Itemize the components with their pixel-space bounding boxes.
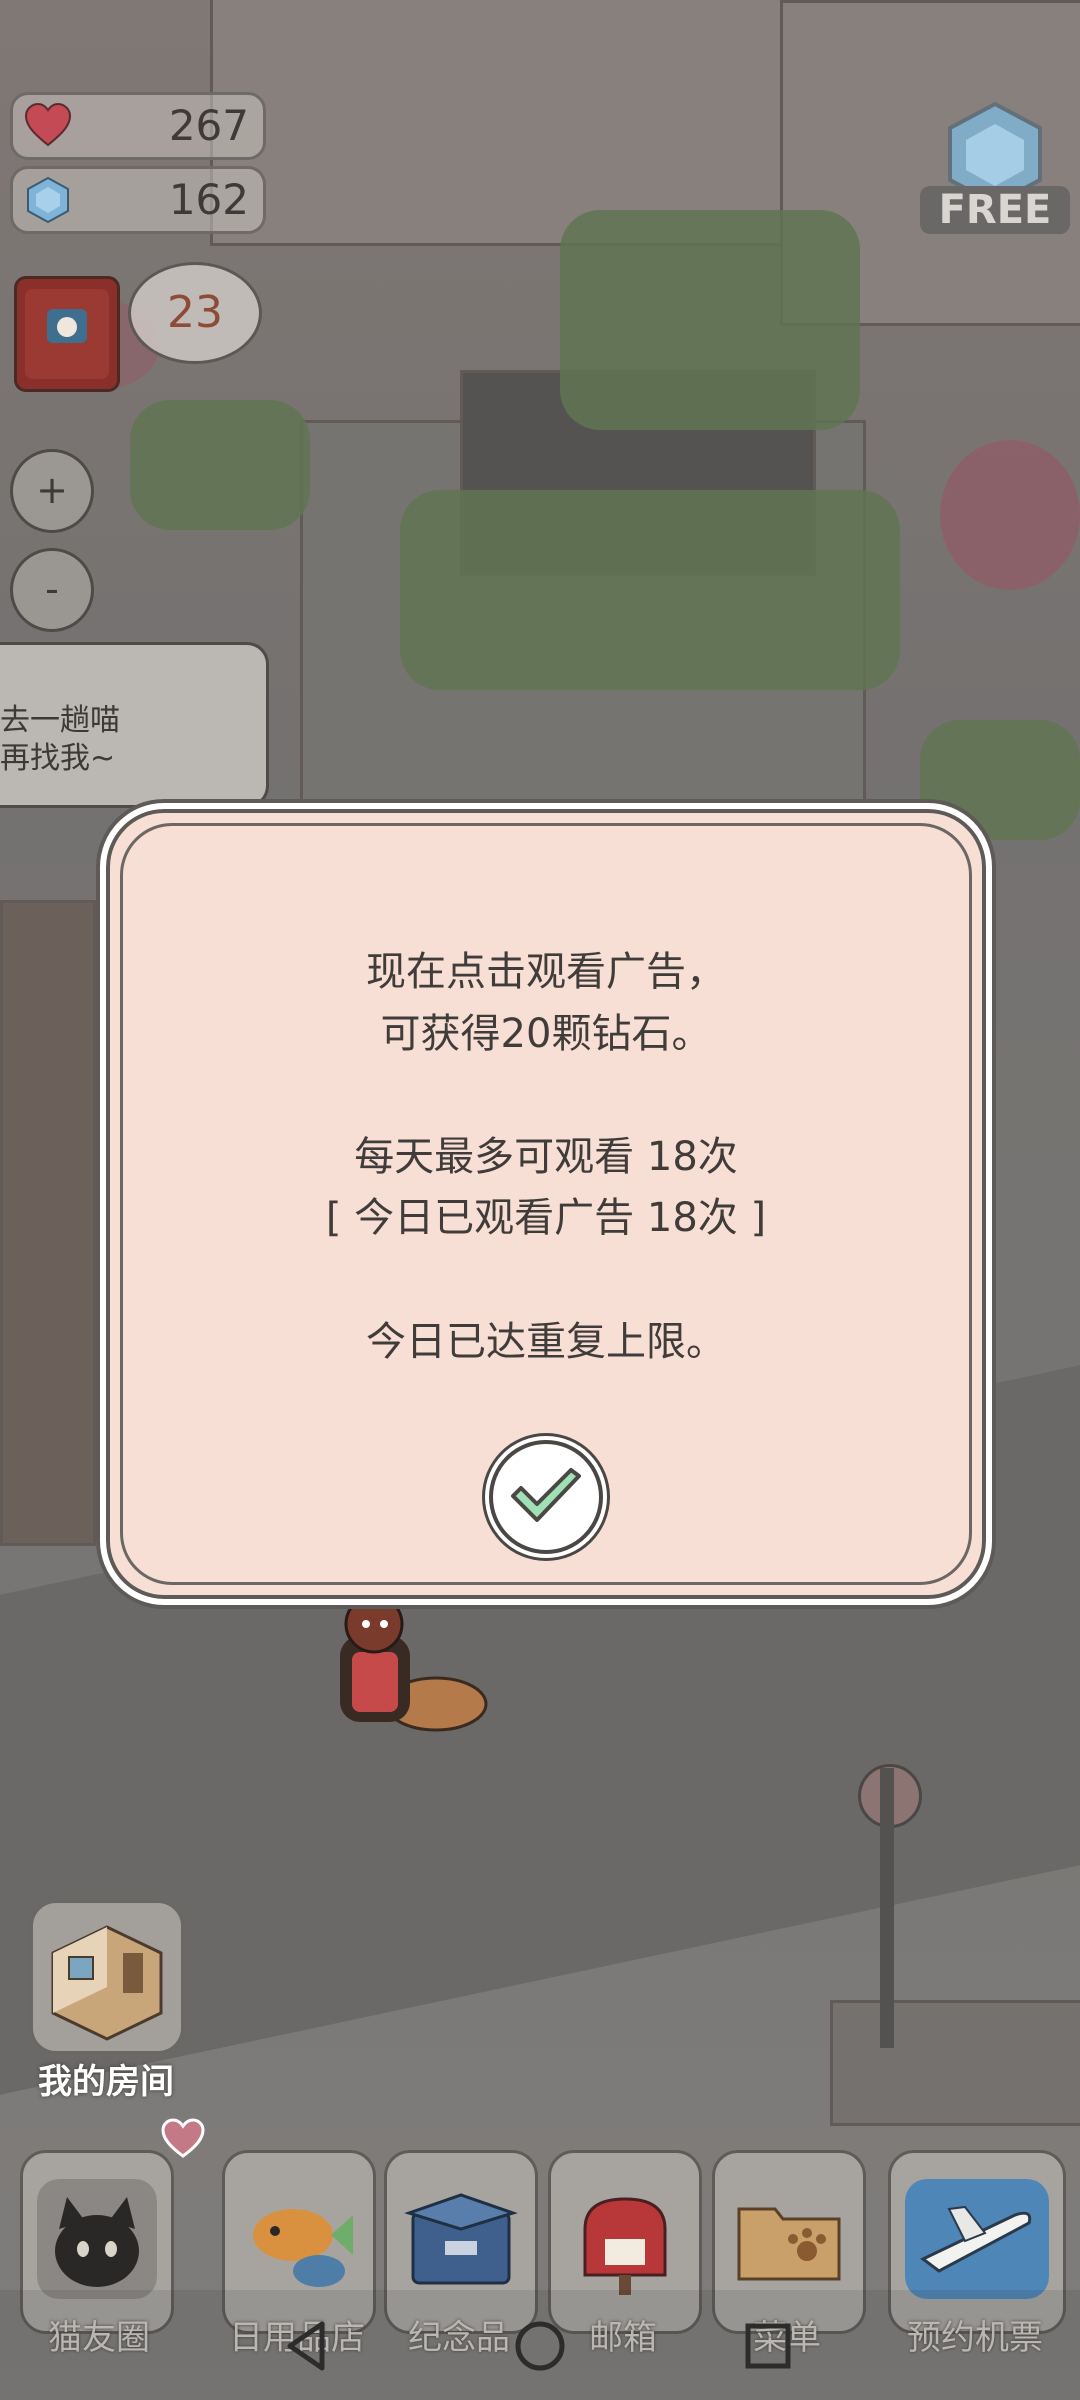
hearts-counter[interactable]: 267 xyxy=(10,92,266,160)
gems-value: 162 xyxy=(168,175,249,224)
heart-icon xyxy=(24,102,72,147)
dialog-line-3: 每天最多可观看 18次 xyxy=(354,1134,738,1180)
cat-icon xyxy=(37,2179,157,2299)
journal-book-icon[interactable] xyxy=(14,276,120,392)
gem-icon xyxy=(27,176,69,224)
dialog-line-5: 今日已达重复上限。 xyxy=(366,1319,726,1365)
red-panda-character[interactable] xyxy=(296,1592,496,1742)
mailbox-icon xyxy=(583,2197,667,2295)
home-icon[interactable] xyxy=(508,2314,572,2378)
speech-bubble: 去一趟喵 再找我~ xyxy=(0,642,269,808)
recents-icon[interactable] xyxy=(736,2314,800,2378)
room-icon xyxy=(51,1925,163,2041)
speech-line-2: 再找我~ xyxy=(0,741,116,776)
system-nav-bar xyxy=(0,2290,1080,2400)
zoom-in-button[interactable]: + xyxy=(10,449,94,533)
my-room-button[interactable] xyxy=(30,1900,184,2054)
fish-toy-icon xyxy=(253,2209,353,2287)
heart-badge-icon xyxy=(161,2118,205,2158)
free-label[interactable]: FREE xyxy=(920,186,1070,234)
my-room-label: 我的房间 xyxy=(38,2062,174,2102)
notification-badge[interactable]: 23 xyxy=(128,262,262,364)
airplane-icon xyxy=(905,2179,1049,2299)
back-icon[interactable] xyxy=(276,2314,340,2378)
zoom-out-button[interactable]: - xyxy=(10,548,94,632)
gems-counter[interactable]: 162 xyxy=(10,166,266,234)
dialog-line-2: 可获得20颗钻石。 xyxy=(380,1011,712,1057)
check-icon xyxy=(511,1468,581,1522)
confirm-button[interactable] xyxy=(489,1440,603,1554)
hearts-value: 267 xyxy=(168,101,249,150)
ad-reward-dialog: 现在点击观看广告， 可获得20颗钻石。 每天最多可观看 18次 [ 今日已观看广… xyxy=(100,803,992,1605)
box-icon xyxy=(404,2193,518,2285)
dialog-line-4: [ 今日已观看广告 18次 ] xyxy=(325,1195,767,1241)
folder-icon xyxy=(737,2207,841,2281)
dialog-line-1: 现在点击观看广告， xyxy=(366,949,726,995)
